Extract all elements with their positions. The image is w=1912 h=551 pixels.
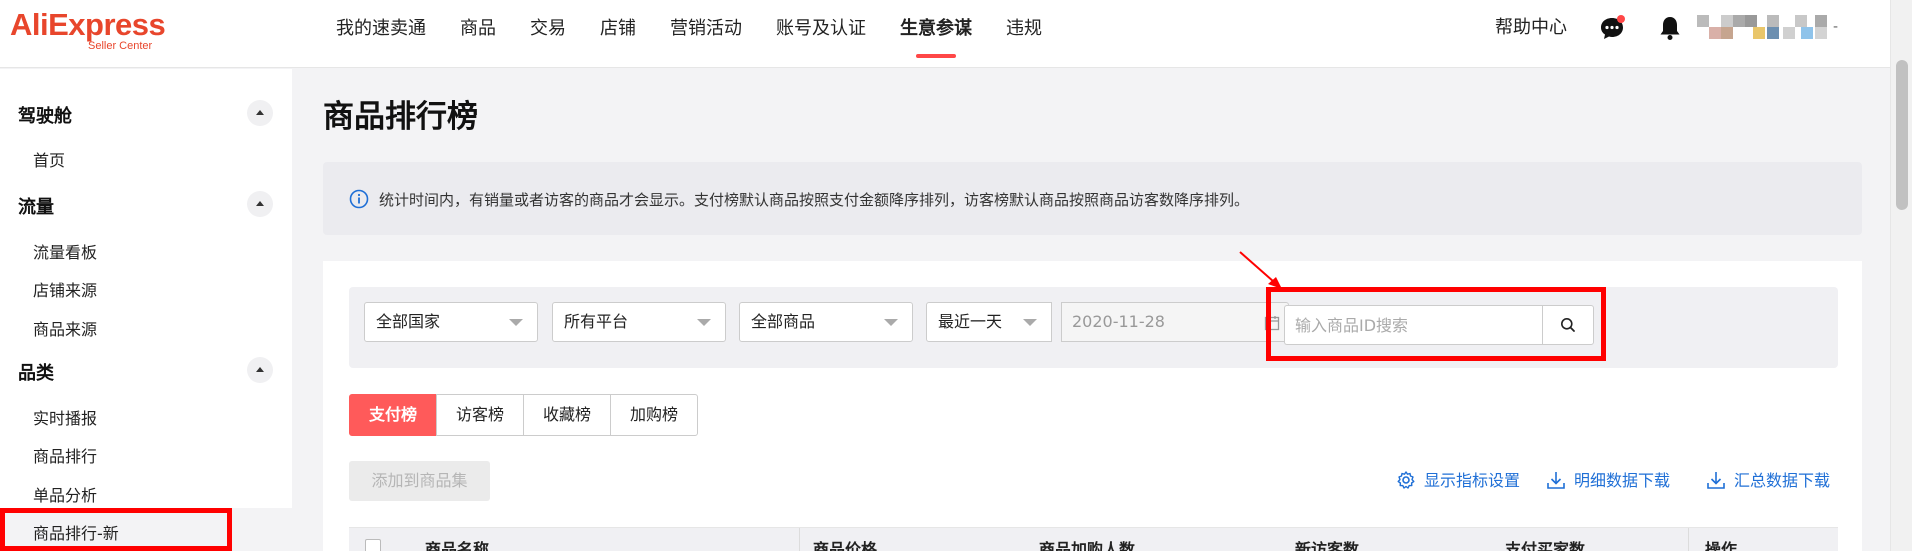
sidebar: 驾驶舱 首页 流量 流量看板 店铺来源 商品来源 品类 实时播报 商品排行 单品… [0,69,292,551]
nav-account[interactable]: 账号及认证 [776,0,866,58]
top-bar: AliExpress Seller Center 我的速卖通 商品 交易 店铺 … [0,0,1912,68]
period-select-value: 最近一天 [938,312,1003,331]
sidebar-group-traffic[interactable]: 流量 [18,193,54,219]
nav-orders[interactable]: 交易 [530,0,566,58]
metrics-settings-label: 显示指标设置 [1424,471,1521,490]
select-all-checkbox[interactable] [365,539,381,551]
ranking-tabs: 支付榜 访客榜 收藏榜 加购榜 [349,394,699,436]
main-nav: 我的速卖通 商品 交易 店铺 营销活动 账号及认证 生意参谋 违规 [336,0,1076,58]
collapse-cockpit-toggle[interactable] [247,100,273,126]
ranking-card: 全部国家 所有平台 全部商品 最近一天 2020-11-28 输入商品ID搜索 … [323,261,1862,551]
col-product-name[interactable]: 商品名称 [425,536,489,551]
download-icon [1547,472,1565,489]
product-select[interactable]: 全部商品 [739,302,913,342]
annotation-highlight-box [0,508,232,551]
page-title: 商品排行榜 [323,99,478,135]
nav-marketing[interactable]: 营销活动 [670,0,742,58]
date-value: 2020-11-28 [1072,312,1165,331]
sidebar-item-single-analysis[interactable]: 单品分析 [33,482,97,506]
info-notice: 统计时间内，有销量或者访客的商品才会显示。支付榜默认商品按照支付金额降序排列，访… [323,162,1862,235]
nav-business-advisor[interactable]: 生意参谋 [900,0,972,58]
page-scrollbar[interactable] [1890,0,1912,551]
scrollbar-thumb[interactable] [1896,60,1908,210]
sidebar-item-store-sources[interactable]: 店铺来源 [33,277,97,301]
filter-bar: 全部国家 所有平台 全部商品 最近一天 2020-11-28 [349,287,1838,368]
collapse-category-toggle[interactable] [247,357,273,383]
search-icon [1561,318,1575,332]
nav-business-advisor-label: 生意参谋 [900,18,972,39]
notice-text: 统计时间内，有销量或者访客的商品才会显示。支付榜默认商品按照支付金额降序排列，访… [379,191,1250,209]
column-divider [1688,528,1689,551]
help-center-link[interactable]: 帮助中心 [1495,0,1567,56]
col-product-price[interactable]: 商品价格 [813,536,877,551]
logo-subtitle: Seller Center [88,40,153,52]
tab-add-to-cart[interactable]: 加购榜 [610,394,699,436]
logo-text: AliExpress [10,7,166,42]
country-select-value: 全部国家 [376,312,441,331]
country-select[interactable]: 全部国家 [364,302,538,342]
sidebar-item-home[interactable]: 首页 [33,147,65,171]
sidebar-item-product-ranking[interactable]: 商品排行 [33,443,97,467]
tab-payment[interactable]: 支付榜 [349,394,438,436]
detail-download-link[interactable]: 明细数据下载 [1546,469,1670,493]
user-avatar-blurred[interactable]: - [1697,15,1857,41]
active-nav-underline [916,54,956,58]
aliexpress-logo[interactable]: AliExpress Seller Center [10,7,166,53]
nav-store[interactable]: 店铺 [600,0,636,58]
chevron-down-icon [884,319,898,326]
sidebar-item-product-sources[interactable]: 商品来源 [33,316,97,340]
tab-favorites[interactable]: 收藏榜 [523,394,612,436]
avatar-dash: - [1833,19,1839,35]
annotation-arrow [1239,251,1282,289]
collapse-traffic-toggle[interactable] [247,191,273,217]
metrics-settings-link[interactable]: 显示指标设置 [1396,469,1520,493]
summary-download-label: 汇总数据下载 [1734,471,1831,490]
add-to-collection-button[interactable]: 添加到商品集 [349,461,490,501]
summary-download-link[interactable]: 汇总数据下载 [1706,469,1830,493]
sidebar-item-realtime[interactable]: 实时播报 [33,405,97,429]
chevron-down-icon [697,319,711,326]
chevron-down-icon [1023,319,1037,326]
chevron-down-icon [509,319,523,326]
sidebar-item-traffic-board[interactable]: 流量看板 [33,239,97,263]
column-divider [799,528,800,551]
col-actions: 操作 [1705,540,1738,551]
chat-icon[interactable] [1598,14,1626,42]
col-paying-buyers[interactable]: 支付买家数 [1505,536,1585,551]
col-new-visitors[interactable]: 新访客数 [1295,536,1359,551]
product-id-search-input[interactable] [1284,305,1542,345]
nav-my-aliexpress[interactable]: 我的速卖通 [336,0,426,58]
search-highlight-box [1266,287,1606,361]
nav-violations[interactable]: 违规 [1006,0,1042,58]
date-picker[interactable]: 2020-11-28 [1061,302,1289,342]
sidebar-group-cockpit[interactable]: 驾驶舱 [18,102,72,128]
bell-icon[interactable] [1656,14,1684,42]
info-icon [349,189,369,209]
period-select[interactable]: 最近一天 [926,302,1052,342]
platform-select-value: 所有平台 [564,312,629,331]
col-add-to-cart-users[interactable]: 商品加购人数 [1039,536,1135,551]
detail-download-label: 明细数据下载 [1574,471,1671,490]
search-button[interactable] [1542,305,1594,345]
product-select-value: 全部商品 [751,312,816,331]
table-header-row: 商品名称 商品价格 商品加购人数 新访客数 支付买家数 操作 [349,527,1838,551]
nav-products[interactable]: 商品 [460,0,496,58]
gear-icon [1397,471,1415,489]
tab-visitors[interactable]: 访客榜 [436,394,525,436]
sidebar-group-category[interactable]: 品类 [18,359,54,385]
download-icon [1707,472,1725,489]
platform-select[interactable]: 所有平台 [552,302,726,342]
